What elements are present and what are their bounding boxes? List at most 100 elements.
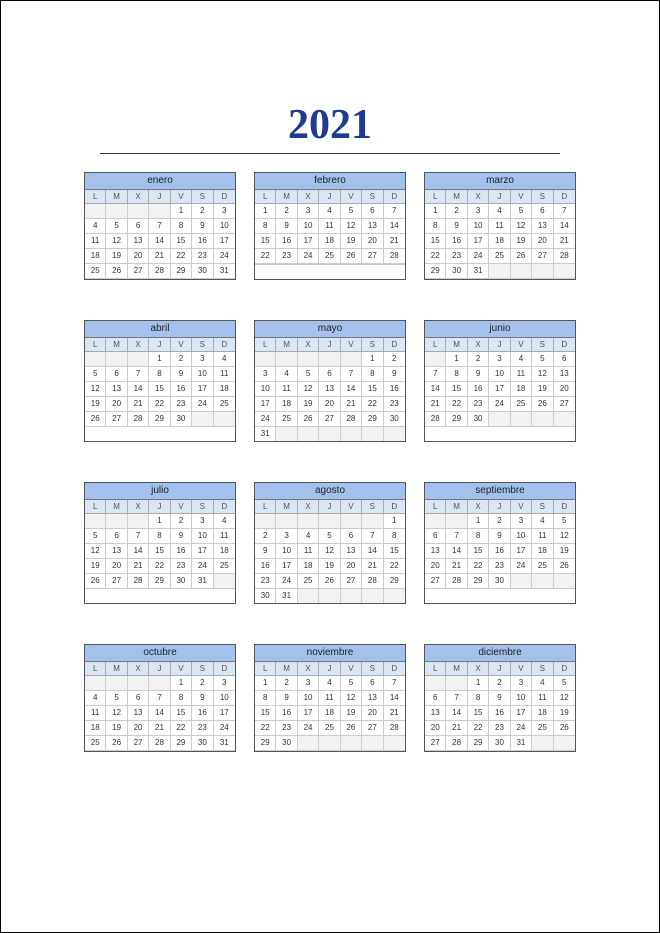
day-cell: [384, 427, 405, 441]
week-row: 16171819202122: [255, 559, 405, 574]
week-row: 27282930: [425, 574, 575, 589]
day-cell: 25: [532, 721, 553, 736]
day-cell: 10: [214, 691, 235, 706]
month-name: abril: [85, 321, 235, 338]
day-cell: [128, 676, 149, 691]
day-cell: [276, 427, 297, 441]
week-row: 11121314151617: [85, 706, 235, 721]
day-cell: 5: [85, 529, 106, 544]
day-cell: 24: [255, 412, 276, 427]
day-cell: 4: [489, 204, 510, 219]
dow-cell: X: [298, 500, 319, 514]
months-grid: eneroLMXJVSD1234567891011121314151617181…: [84, 172, 576, 752]
day-cell: 1: [171, 676, 192, 691]
day-cell: [384, 736, 405, 751]
day-cell: 23: [384, 397, 405, 412]
day-cell: 5: [341, 204, 362, 219]
dow-cell: J: [149, 190, 170, 204]
month-name: noviembre: [255, 645, 405, 662]
month-block: marzoLMXJVSD1234567891011121314151617181…: [424, 172, 576, 280]
week-row: 2930: [255, 736, 405, 751]
day-cell: 18: [214, 544, 235, 559]
day-cell: 13: [106, 382, 127, 397]
week-row: 3031: [255, 589, 405, 603]
day-cell: 9: [489, 529, 510, 544]
day-cell: 16: [171, 382, 192, 397]
calendar-page: 2021 eneroLMXJVSD12345678910111213141516…: [0, 0, 660, 933]
dow-cell: V: [341, 500, 362, 514]
day-cell: 13: [106, 544, 127, 559]
week-row: 12345: [425, 514, 575, 529]
day-cell: 8: [255, 219, 276, 234]
day-cell: 7: [425, 367, 446, 382]
day-cell: 25: [276, 412, 297, 427]
week-row: 12345: [425, 676, 575, 691]
day-cell: [319, 589, 340, 603]
day-cell: 15: [171, 234, 192, 249]
day-cell: 24: [468, 249, 489, 264]
dow-cell: X: [298, 338, 319, 352]
day-cell: 11: [319, 219, 340, 234]
day-cell: [362, 736, 383, 751]
dow-cell: X: [298, 662, 319, 676]
day-cell: 20: [341, 559, 362, 574]
day-cell: 21: [149, 721, 170, 736]
day-cell: 24: [298, 721, 319, 736]
day-cell: 25: [214, 559, 235, 574]
week-row: 12: [255, 352, 405, 367]
day-cell: 29: [362, 412, 383, 427]
day-cell: 5: [554, 676, 575, 691]
day-cell: 1: [425, 204, 446, 219]
day-cell: 16: [171, 544, 192, 559]
day-cell: 13: [532, 219, 553, 234]
week-row: 12131415161718: [85, 544, 235, 559]
week-row: 45678910: [85, 219, 235, 234]
day-cell: 28: [128, 412, 149, 427]
week-row: 22232425262728: [255, 721, 405, 736]
day-cell: 5: [511, 204, 532, 219]
month-block: mayoLMXJVSD12345678910111213141516171819…: [254, 320, 406, 442]
day-cell: 26: [106, 736, 127, 751]
day-cell: 30: [171, 412, 192, 427]
month-block: junioLMXJVSD1234567891011121314151617181…: [424, 320, 576, 442]
day-cell: 6: [425, 529, 446, 544]
day-cell: 22: [255, 721, 276, 736]
day-cell: 20: [425, 721, 446, 736]
day-cell: 3: [298, 676, 319, 691]
day-cell: 16: [192, 706, 213, 721]
day-cell: 12: [532, 367, 553, 382]
dow-cell: D: [384, 338, 405, 352]
day-cell: 9: [192, 691, 213, 706]
day-cell: 3: [511, 514, 532, 529]
day-cell: 15: [362, 382, 383, 397]
day-cell: 21: [128, 397, 149, 412]
day-cell: [319, 736, 340, 751]
week-row: 1234567: [425, 204, 575, 219]
day-cell: 1: [171, 204, 192, 219]
day-cell: [192, 412, 213, 427]
day-cell: 15: [255, 234, 276, 249]
day-cell: [425, 514, 446, 529]
day-cell: 22: [384, 559, 405, 574]
day-cell: 11: [214, 367, 235, 382]
day-cell: 17: [468, 234, 489, 249]
day-cell: 17: [214, 234, 235, 249]
day-cell: [362, 514, 383, 529]
day-cell: 14: [425, 382, 446, 397]
day-cell: [85, 352, 106, 367]
dow-row: LMXJVSD: [85, 662, 235, 676]
dow-cell: S: [362, 500, 383, 514]
month-name: febrero: [255, 173, 405, 190]
dow-cell: M: [106, 662, 127, 676]
day-cell: 19: [298, 397, 319, 412]
day-cell: 9: [171, 367, 192, 382]
dow-cell: X: [468, 338, 489, 352]
day-cell: [106, 514, 127, 529]
day-cell: 16: [446, 234, 467, 249]
day-cell: 10: [468, 219, 489, 234]
dow-row: LMXJVSD: [85, 338, 235, 352]
dow-cell: J: [319, 662, 340, 676]
week-row: 123456: [425, 352, 575, 367]
dow-cell: L: [255, 338, 276, 352]
day-cell: 11: [298, 544, 319, 559]
